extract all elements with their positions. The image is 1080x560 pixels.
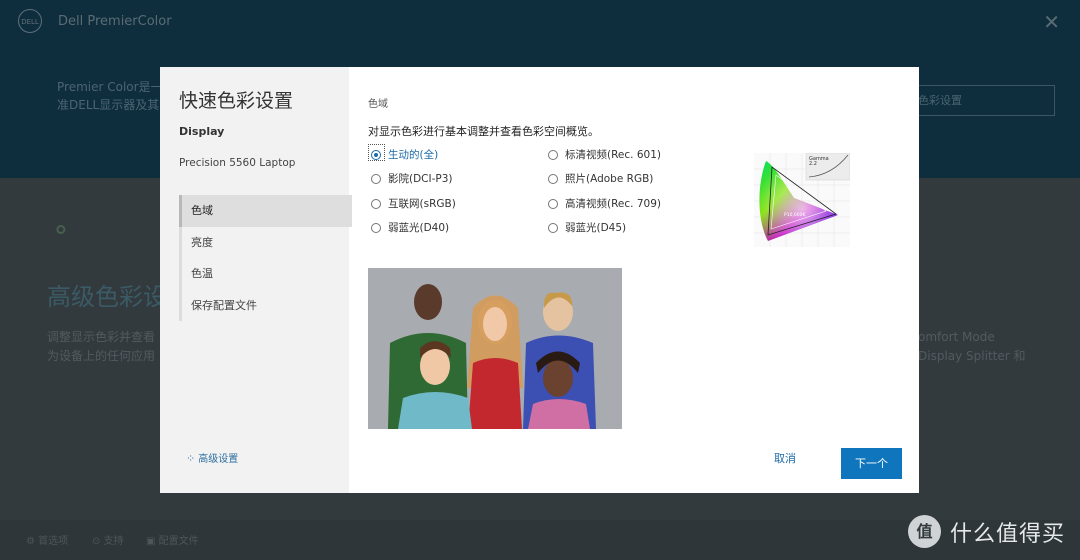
advanced-settings-link[interactable]: ⁘ 高级设置 xyxy=(186,450,238,465)
radio-unchecked-icon xyxy=(548,174,558,184)
radio-unchecked-icon xyxy=(371,199,381,209)
app-header-description: Premier Color是一 准DELL显示器及其 xyxy=(57,78,163,114)
quick-color-settings-dialog: 快速色彩设置 Display Precision 5560 Laptop 色域 … xyxy=(160,67,919,493)
radio-label: 标清视频(Rec. 601) xyxy=(565,149,661,161)
footer-label: 配置文件 xyxy=(158,536,199,547)
nodes-icon: ⁘ xyxy=(186,452,196,465)
instruction-text: 对显示色彩进行基本调整并查看色彩空间概览。 xyxy=(368,125,599,138)
radio-unchecked-icon xyxy=(548,150,558,160)
nav-item-brightness[interactable]: 亮度 xyxy=(182,227,352,259)
watermark-text: 什么值得买 xyxy=(950,522,1066,547)
radio-checked-icon xyxy=(371,150,381,160)
radio-sd-video-rec601[interactable]: 标清视频(Rec. 601) xyxy=(548,147,661,162)
radio-unchecked-icon xyxy=(371,223,381,233)
footer-preferences[interactable]: ⚙ 首选项 xyxy=(26,532,68,547)
dialog-sidebar: 快速色彩设置 Display Precision 5560 Laptop 色域 … xyxy=(160,67,352,493)
right-text-line: Display Splitter 和 xyxy=(918,349,1026,363)
dell-logo-icon: DELL xyxy=(18,9,42,33)
radio-unchecked-icon xyxy=(548,223,558,233)
white-point-label: P10,000K xyxy=(784,212,806,218)
nav-item-gamut[interactable]: 色域 xyxy=(179,195,352,227)
radio-label: 影院(DCI-P3) xyxy=(388,173,453,185)
nav-item-save-profile[interactable]: 保存配置文件 xyxy=(182,290,352,322)
cancel-button[interactable]: 取消 xyxy=(774,450,796,466)
sample-photo xyxy=(368,268,622,429)
advanced-color-description: 调整显示色彩并查看 为设备上的任何应用 xyxy=(47,328,155,366)
radio-label: 生动的(全) xyxy=(388,149,439,161)
radio-unchecked-icon xyxy=(371,174,381,184)
radio-low-blue-d45[interactable]: 弱蓝光(D45) xyxy=(548,220,626,235)
radio-label: 弱蓝光(D40) xyxy=(388,222,450,234)
radio-label: 照片(Adobe RGB) xyxy=(565,173,654,185)
app-desc-line: 准DELL显示器及其 xyxy=(57,98,160,112)
color-gamut-diagram: Gamma 2.2 P10,000K xyxy=(754,153,850,247)
dialog-content: 色域 对显示色彩进行基本调整并查看色彩空间概览。 生动的(全) 影院(DCI-P… xyxy=(349,67,919,493)
radio-label: 高清视频(Rec. 709) xyxy=(565,198,661,210)
display-label: Display xyxy=(179,125,225,138)
watermark-logo: 值 xyxy=(908,515,941,548)
step-navigation: 色域 亮度 色温 保存配置文件 xyxy=(179,195,352,321)
footer-profiles[interactable]: ▣ 配置文件 xyxy=(146,532,199,547)
adv-desc-line: 调整显示色彩并查看 xyxy=(47,330,156,344)
radio-label: 互联网(sRGB) xyxy=(388,198,456,210)
footer-label: 支持 xyxy=(103,536,124,547)
section-label: 色域 xyxy=(368,99,388,110)
footer-label: 首选项 xyxy=(38,536,69,547)
radio-vivid-full[interactable]: 生动的(全) xyxy=(368,144,439,162)
advanced-settings-label: 高级设置 xyxy=(198,454,239,465)
close-icon[interactable]: ✕ xyxy=(1043,10,1060,34)
advanced-color-title: 高级色彩设 xyxy=(47,283,167,311)
footer-support[interactable]: ⊙ 支持 xyxy=(92,532,124,547)
app-desc-line: Premier Color是一 xyxy=(57,80,163,94)
next-button[interactable]: 下一个 xyxy=(841,448,902,479)
comfort-mode-description: omfort Mode Display Splitter 和 xyxy=(918,328,1026,366)
radio-label: 弱蓝光(D45) xyxy=(565,222,627,234)
gamma-value: 2.2 xyxy=(809,161,817,167)
adv-desc-line: 为设备上的任何应用 xyxy=(47,349,156,363)
right-text-line: omfort Mode xyxy=(918,330,995,344)
radio-unchecked-icon xyxy=(548,199,558,209)
radio-hd-video-rec709[interactable]: 高清视频(Rec. 709) xyxy=(548,196,661,211)
advanced-settings-icon: ⚬ xyxy=(50,216,72,246)
radio-low-blue-d40[interactable]: 弱蓝光(D40) xyxy=(371,220,449,235)
radio-cinema-dci-p3[interactable]: 影院(DCI-P3) xyxy=(371,171,453,186)
app-title: Dell PremierColor xyxy=(58,14,172,29)
dialog-title: 快速色彩设置 xyxy=(179,90,294,112)
nav-item-color-temperature[interactable]: 色温 xyxy=(182,258,352,290)
device-name: Precision 5560 Laptop xyxy=(179,157,296,169)
color-settings-button[interactable]: 色彩设置 xyxy=(905,85,1055,116)
radio-internet-srgb[interactable]: 互联网(sRGB) xyxy=(371,196,456,211)
radio-photo-adobe-rgb[interactable]: 照片(Adobe RGB) xyxy=(548,171,653,186)
